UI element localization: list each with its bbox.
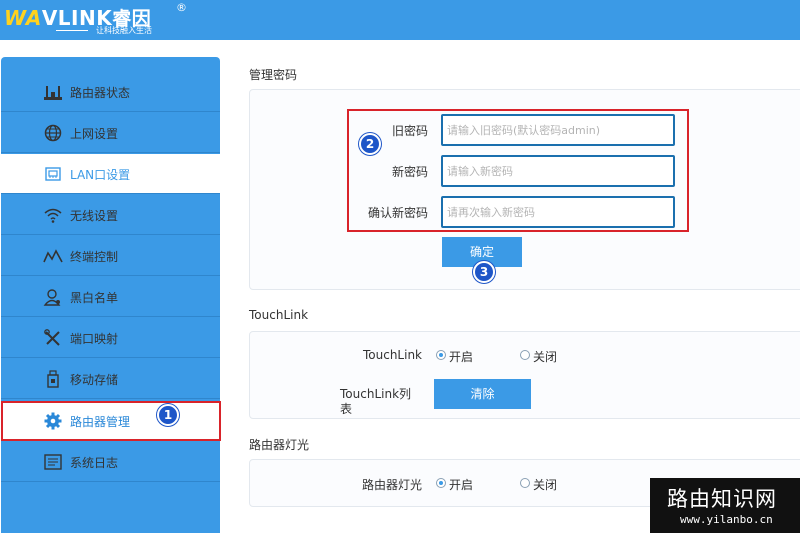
sidebar-item-router-management[interactable]: 路由器管理: [1, 401, 221, 441]
sidebar-nav: 路由器状态 上网设置 LAN口设置 无线设置 终端控制 黑白名单 端口映射 移动…: [1, 57, 221, 533]
section-title-router-light: 路由器灯光: [249, 438, 310, 452]
logo-prefix: WA: [4, 6, 42, 30]
router-light-toggle-label: 路由器灯光: [361, 478, 422, 492]
annotation-marker-3: 3: [473, 261, 495, 283]
router-light-on-label: 开启: [449, 478, 474, 492]
sidebar-item-label: LAN口设置: [70, 168, 131, 182]
top-header: WAVLINK睿因 ® 让科技融入生活: [0, 0, 800, 40]
touchlink-on-label: 开启: [449, 350, 474, 364]
lan-port-icon: [43, 165, 63, 183]
router-light-off-radio[interactable]: [520, 478, 530, 488]
sidebar-item-internet-settings[interactable]: 上网设置: [1, 113, 220, 153]
annotation-marker-1: 1: [157, 404, 179, 426]
brand-logo: WAVLINK睿因 ® 让科技融入生活: [4, 1, 194, 38]
confirm-password-input[interactable]: [441, 196, 675, 228]
router-light-on-radio[interactable]: [436, 478, 446, 488]
touchlink-toggle-label: TouchLink: [362, 348, 422, 362]
sidebar-item-system-log[interactable]: 系统日志: [1, 442, 220, 482]
touchlink-on-radio[interactable]: [436, 350, 446, 360]
log-icon: [43, 453, 63, 471]
router-status-icon: [43, 83, 63, 101]
gear-icon: [43, 412, 63, 430]
sidebar-item-label: 黑白名单: [70, 291, 119, 305]
sidebar-item-label: 上网设置: [70, 127, 119, 141]
section-title-touchlink: TouchLink: [249, 308, 309, 322]
router-light-off-label: 关闭: [533, 478, 558, 492]
touchlink-off-label: 关闭: [533, 350, 558, 364]
watermark-title: 路由知识网: [667, 487, 777, 511]
tools-icon: [43, 329, 63, 347]
new-password-label: 新密码: [391, 165, 428, 179]
sidebar-item-black-white-list[interactable]: 黑白名单: [1, 277, 220, 317]
sidebar-item-lan-settings[interactable]: LAN口设置: [1, 154, 220, 194]
wifi-icon: [43, 206, 63, 224]
sidebar-item-mobile-storage[interactable]: 移动存储: [1, 359, 220, 399]
logo-slogan: 让科技融入生活: [96, 26, 152, 35]
logo-divider: [56, 30, 88, 31]
sidebar-item-label: 路由器管理: [70, 415, 131, 429]
sidebar-item-label: 路由器状态: [70, 86, 131, 100]
new-password-input[interactable]: [441, 155, 675, 187]
sidebar-item-router-status[interactable]: 路由器状态: [1, 72, 220, 112]
sidebar-item-port-mapping[interactable]: 端口映射: [1, 318, 220, 358]
sidebar-item-label: 无线设置: [70, 209, 119, 223]
sidebar-item-terminal-control[interactable]: 终端控制: [1, 236, 220, 276]
usb-storage-icon: [43, 370, 63, 388]
sidebar-item-label: 移动存储: [70, 373, 119, 387]
confirm-password-label: 确认新密码: [367, 206, 428, 220]
watermark-url: www.yilanbo.cn: [680, 513, 773, 526]
registered-mark: ®: [176, 1, 187, 14]
old-password-label: 旧密码: [391, 124, 428, 138]
clear-button[interactable]: 清除: [434, 379, 531, 409]
sidebar-item-wireless-settings[interactable]: 无线设置: [1, 195, 220, 235]
sidebar-item-label: 终端控制: [70, 250, 119, 264]
touchlink-list-label: TouchLink列表: [340, 387, 412, 416]
sidebar-item-label: 系统日志: [70, 456, 119, 470]
globe-icon: [43, 124, 63, 142]
section-title-admin-password: 管理密码: [249, 68, 298, 82]
sidebar-item-label: 端口映射: [70, 332, 119, 346]
user-list-icon: [43, 288, 63, 306]
touchlink-off-radio[interactable]: [520, 350, 530, 360]
old-password-input[interactable]: [441, 114, 675, 146]
site-watermark: 路由知识网 www.yilanbo.cn: [650, 478, 800, 533]
terminal-control-icon: [43, 247, 63, 265]
